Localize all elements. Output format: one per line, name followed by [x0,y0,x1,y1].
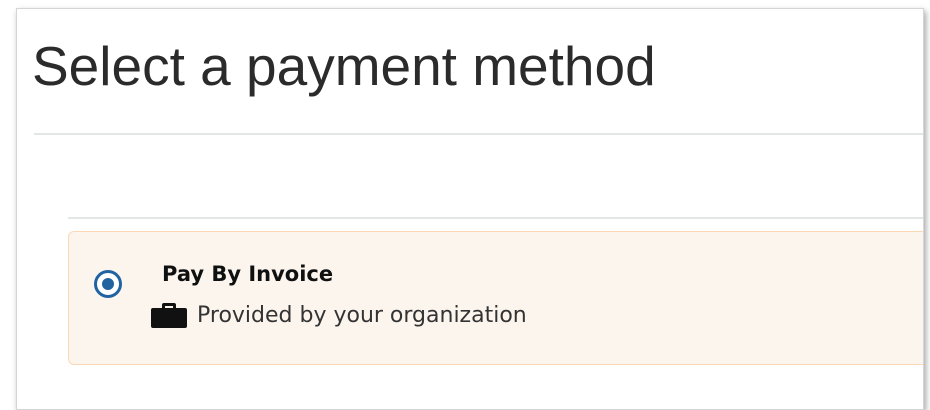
payment-option-subtitle-row: Provided by your organization [151,300,527,330]
payment-option-description: Provided by your organization [197,302,527,328]
payment-option-radio[interactable] [94,270,122,298]
title-divider [34,133,923,135]
payment-method-panel: Select a payment method Pay By Invoice P… [16,8,924,410]
payment-option-title: Pay By Invoice [162,262,334,286]
page-title: Select a payment method [32,35,656,97]
radio-selected-dot [102,278,114,290]
section-divider [68,217,923,219]
payment-option-pay-by-invoice[interactable]: Pay By Invoice Provided by your organiza… [68,231,923,365]
briefcase-icon [151,302,187,328]
